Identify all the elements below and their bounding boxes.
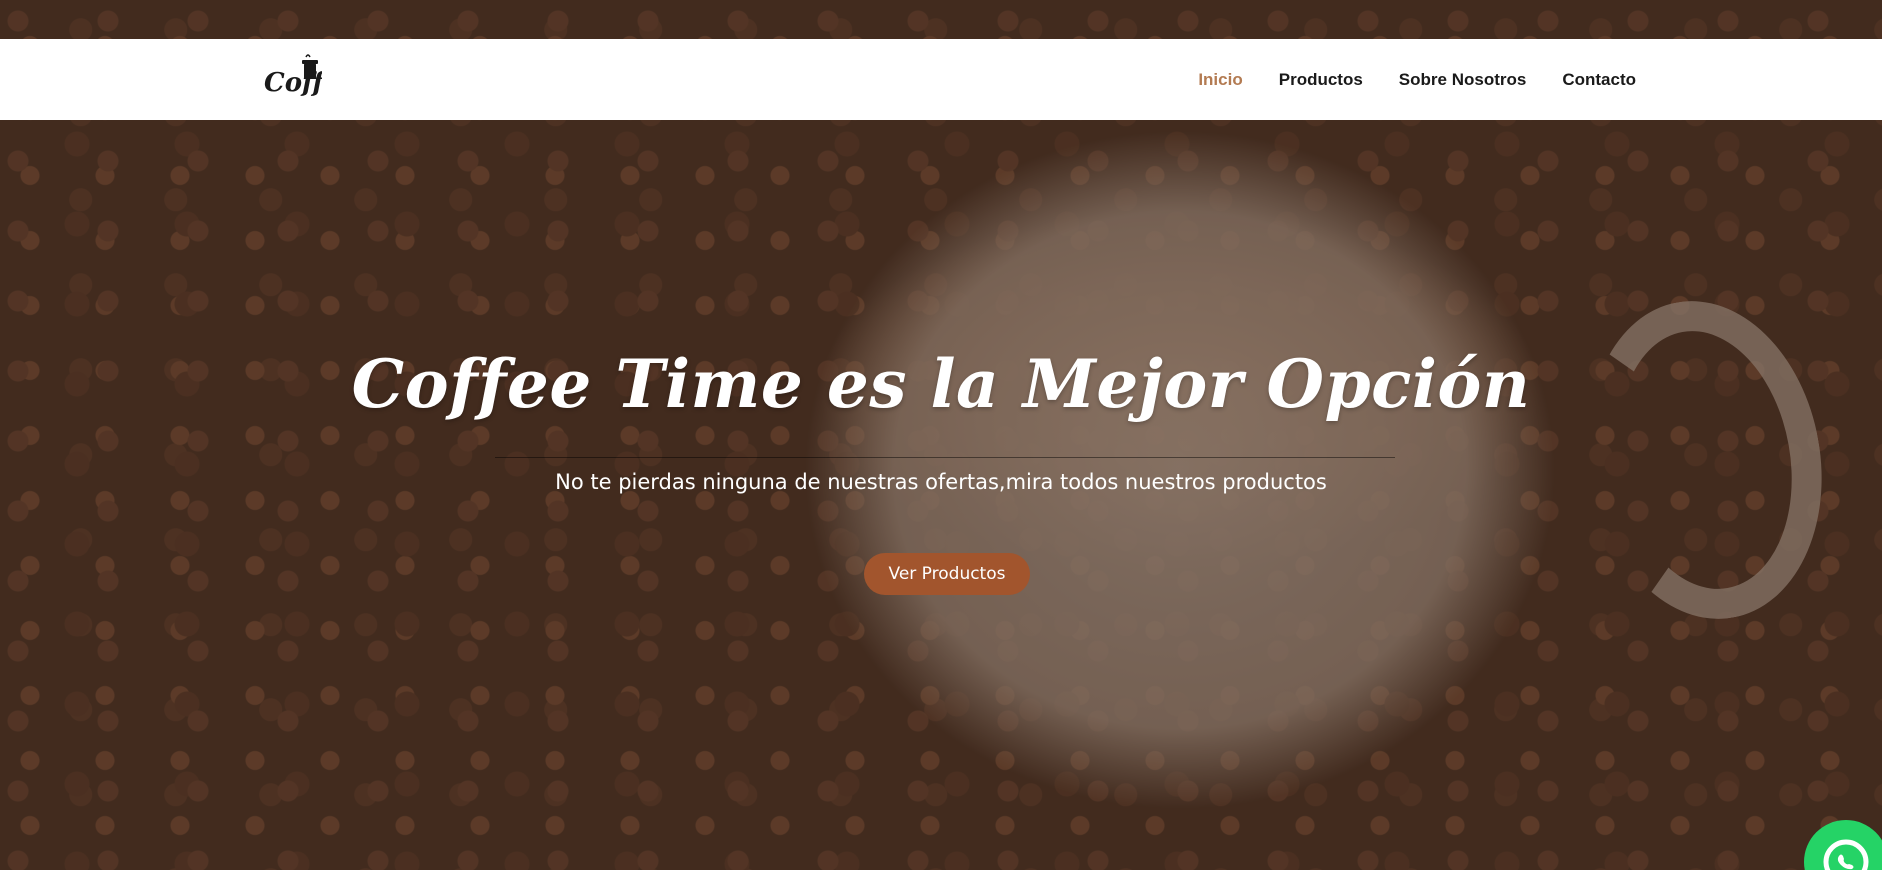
- nav-inicio[interactable]: Inicio: [1198, 70, 1242, 90]
- whatsapp-icon: [1823, 839, 1869, 870]
- page: Coffee Time Inicio Productos Sobre Nosot…: [0, 0, 1882, 870]
- nav-contacto[interactable]: Contacto: [1562, 70, 1636, 90]
- hero-subtitle: No te pierdas ninguna de nuestras oferta…: [555, 470, 1327, 494]
- hero-section: Coffee Time es la Mejor Opción No te pie…: [0, 120, 1882, 870]
- navbar: Coffee Time Inicio Productos Sobre Nosot…: [0, 39, 1882, 120]
- hero-title: Coffee Time es la Mejor Opción: [351, 345, 1531, 423]
- nav-sobre-nosotros[interactable]: Sobre Nosotros: [1399, 70, 1527, 90]
- coffee-cup-logo-icon: Coffee Time: [264, 54, 322, 98]
- hero-divider: [495, 457, 1395, 458]
- ver-productos-button[interactable]: Ver Productos: [864, 553, 1030, 595]
- brand-logo[interactable]: Coffee Time: [262, 49, 322, 109]
- nav-productos[interactable]: Productos: [1279, 70, 1363, 90]
- nav-menu: Inicio Productos Sobre Nosotros Contacto: [1198, 39, 1636, 120]
